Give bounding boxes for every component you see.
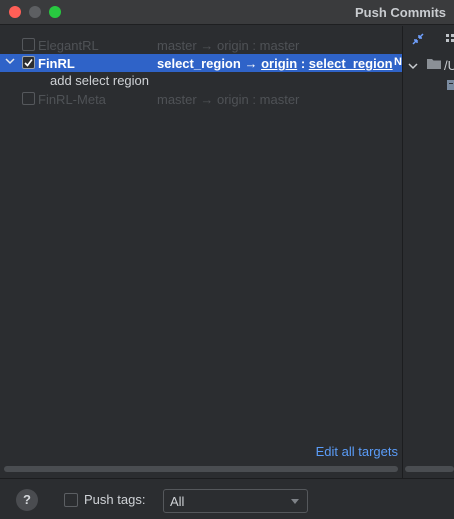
chevron-down-icon[interactable] xyxy=(408,58,418,74)
separator: : xyxy=(252,92,257,107)
chevron-down-icon[interactable] xyxy=(4,56,16,68)
arrow: → xyxy=(200,38,214,53)
bottom-bar: ? Push tags: All xyxy=(0,478,454,519)
target-branch: master xyxy=(259,92,300,107)
push-tags-label: Push tags: xyxy=(84,492,146,507)
dropdown-arrow-icon xyxy=(291,499,299,504)
branch-mapping: master → origin : master xyxy=(157,92,299,107)
separator: : xyxy=(300,56,306,71)
repo-checkbox-elegantrl[interactable] xyxy=(22,38,35,51)
help-button[interactable]: ? xyxy=(16,489,38,511)
commit-row[interactable]: add select region xyxy=(0,72,402,90)
remote-name: origin xyxy=(216,38,249,53)
repo-row-elegantrl[interactable]: ElegantRL master → origin : master xyxy=(0,36,402,54)
horizontal-scrollbar[interactable] xyxy=(405,466,454,472)
edit-all-targets-link[interactable]: Edit all targets xyxy=(316,444,398,459)
target-branch: master xyxy=(259,38,300,53)
arrow: → xyxy=(244,56,258,71)
push-tags-value: All xyxy=(170,494,185,509)
branch-mapping: master → origin : master xyxy=(157,38,299,53)
window-title: Push Commits xyxy=(354,5,446,20)
repo-name: FinRL-Meta xyxy=(38,92,106,107)
close-window-button[interactable] xyxy=(9,6,21,18)
minimize-window-button[interactable] xyxy=(29,6,41,18)
commit-details-panel: /U xyxy=(403,26,454,478)
folder-icon xyxy=(426,57,442,73)
repo-row-finrl-meta[interactable]: FinRL-Meta master → origin : master xyxy=(0,90,402,108)
target-branch-link[interactable]: select_region xyxy=(309,56,393,71)
collapse-arrows-icon[interactable] xyxy=(411,32,425,49)
source-branch: select_region xyxy=(157,56,241,71)
arrow: → xyxy=(200,92,214,107)
source-branch: master xyxy=(157,92,197,107)
repositories-panel: ElegantRL master → origin : master FinRL… xyxy=(0,26,402,478)
maximize-window-button[interactable] xyxy=(49,6,61,18)
remote-name: origin xyxy=(216,92,249,107)
commit-message: add select region xyxy=(50,73,150,88)
remote-link[interactable]: origin xyxy=(261,56,297,71)
repo-name: FinRL xyxy=(38,56,75,71)
repo-checkbox-finrl[interactable] xyxy=(22,56,35,69)
repo-name: ElegantRL xyxy=(38,38,99,53)
source-branch: master xyxy=(157,38,197,53)
repo-checkbox-finrl-meta[interactable] xyxy=(22,92,35,105)
horizontal-scrollbar[interactable] xyxy=(4,466,398,472)
title-bar: Push Commits xyxy=(0,0,454,25)
separator: : xyxy=(252,38,257,53)
push-tags-dropdown[interactable]: All xyxy=(163,489,308,513)
repo-row-finrl[interactable]: FinRL select_region → origin : select_re… xyxy=(0,54,402,72)
file-icon xyxy=(446,78,454,95)
push-tags-checkbox[interactable] xyxy=(64,493,78,507)
new-branch-badge: N xyxy=(394,56,402,68)
branch-mapping: select_region → origin : select_region xyxy=(157,56,393,71)
path-text: /U xyxy=(444,58,454,73)
grid-icon[interactable] xyxy=(444,32,454,49)
